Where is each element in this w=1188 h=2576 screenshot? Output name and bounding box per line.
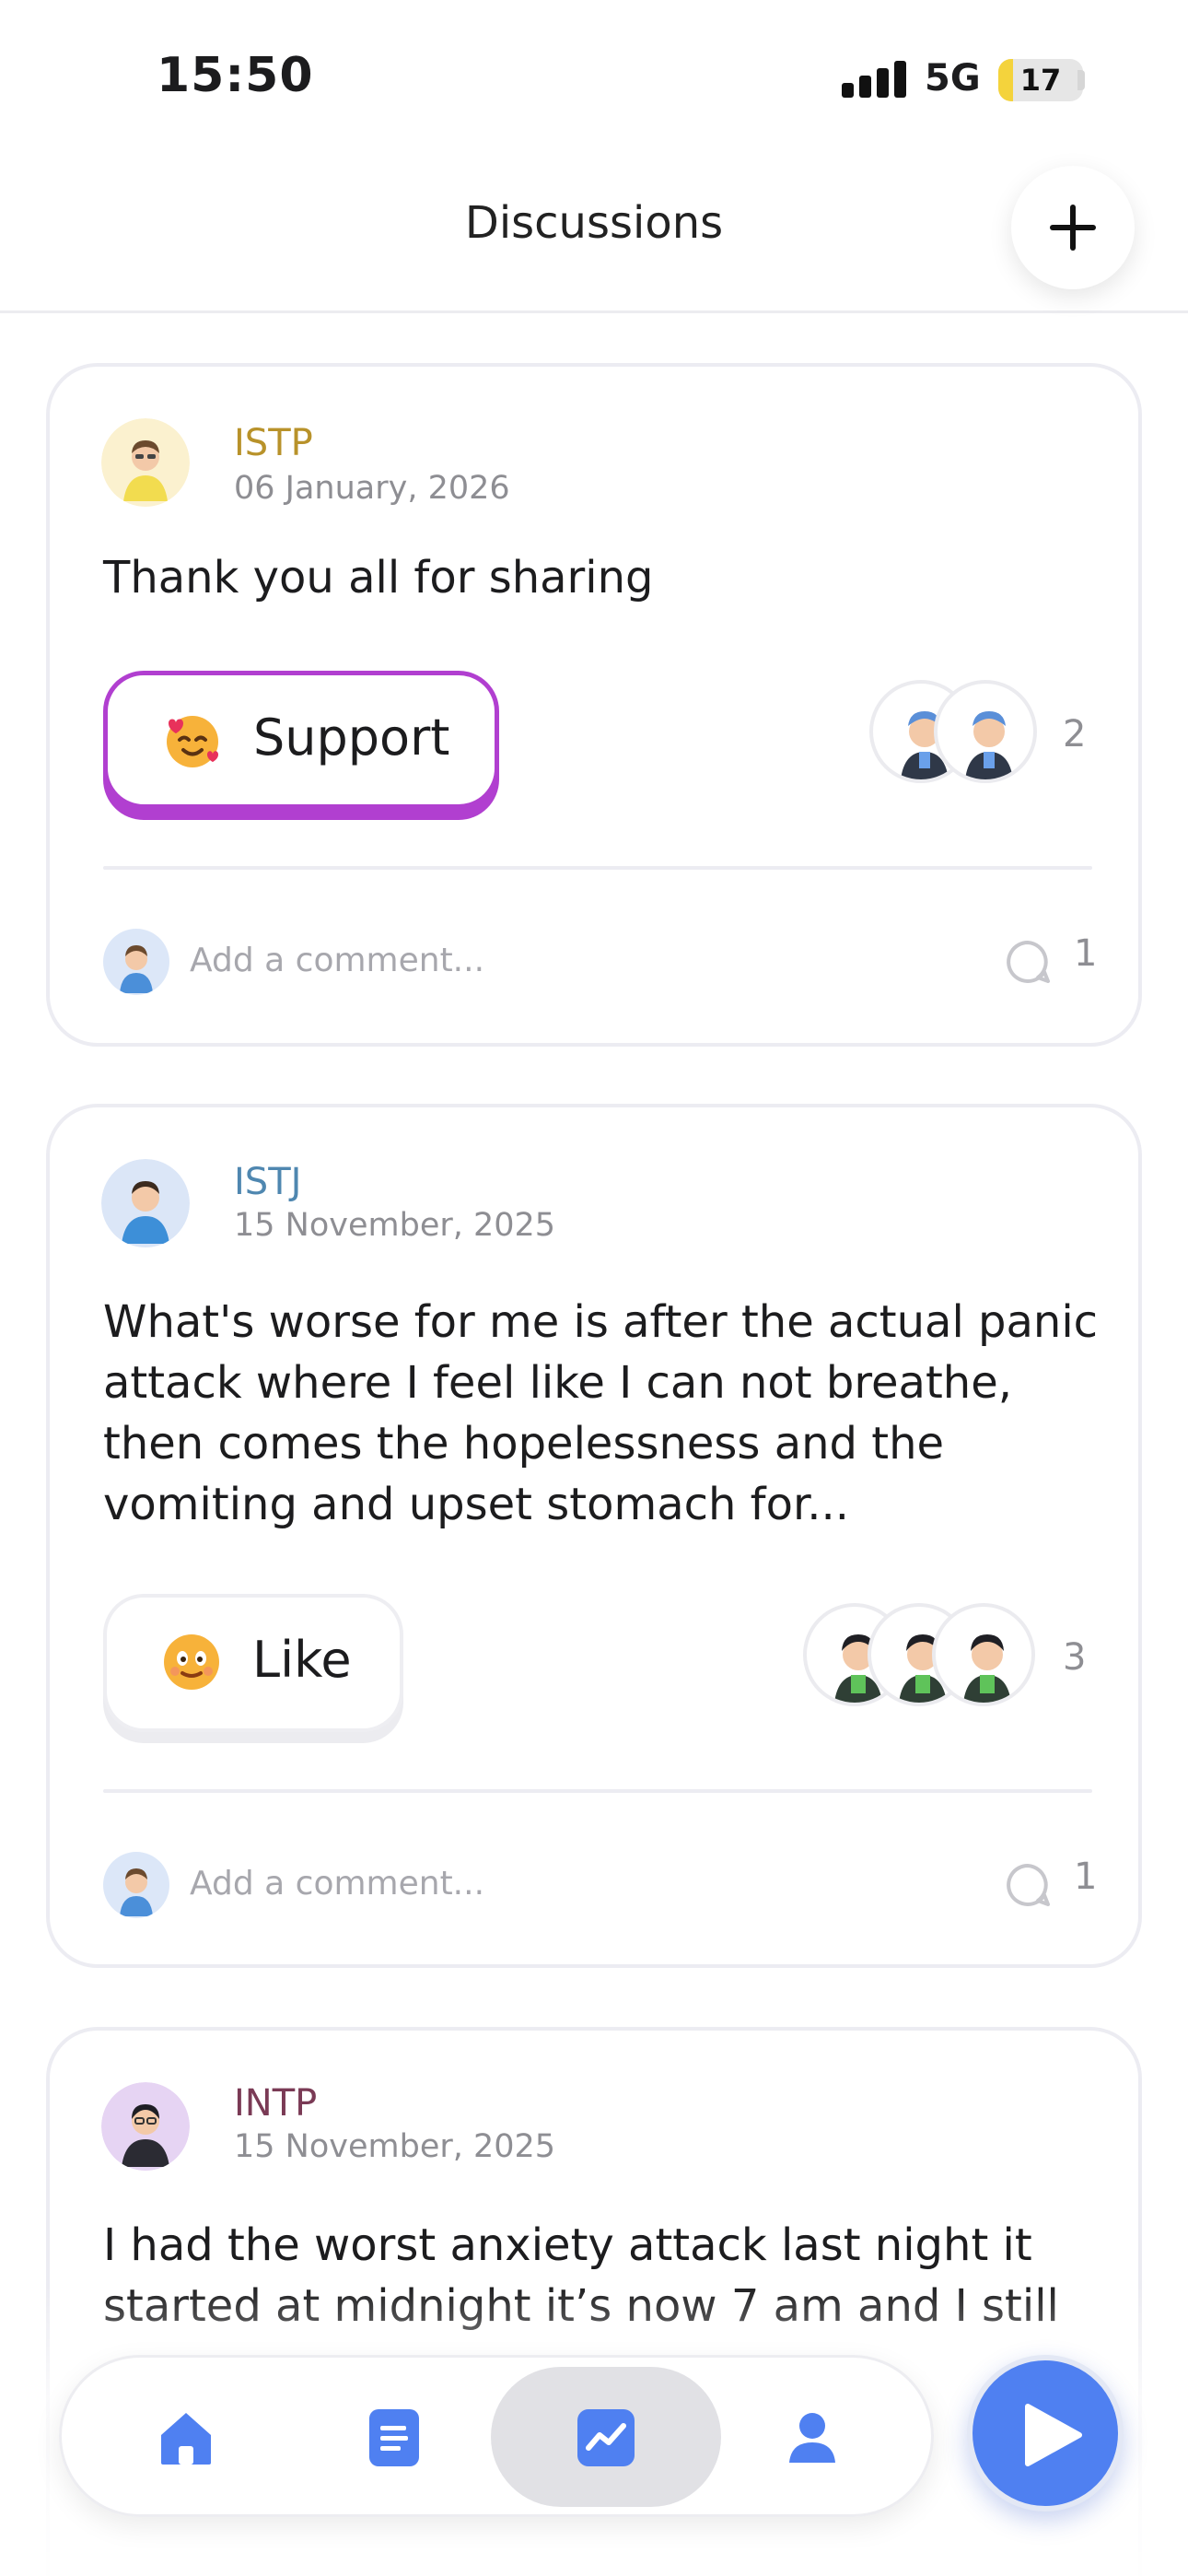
profile-icon[interactable] <box>780 2406 844 2470</box>
play-button[interactable] <box>967 2355 1124 2512</box>
reactor-avatar[interactable] <box>932 1603 1035 1706</box>
comment-count[interactable]: 1 <box>1074 932 1097 975</box>
divider <box>103 1789 1092 1793</box>
post-date: 15 November, 2025 <box>234 2128 556 2165</box>
divider <box>103 866 1092 870</box>
new-discussion-button[interactable] <box>1011 166 1135 289</box>
play-icon <box>1025 2404 1082 2466</box>
insights-icon[interactable] <box>574 2406 638 2470</box>
reaction-label: Like <box>252 1631 352 1689</box>
author-avatar[interactable] <box>101 2082 190 2171</box>
avatar-illustration <box>101 418 190 507</box>
status-bar: 15:50 5G 17 <box>0 0 1188 157</box>
post-card[interactable]: ISTJ 15 November, 2025 What's worse for … <box>46 1104 1142 1968</box>
comment-count[interactable]: 1 <box>1074 1856 1097 1898</box>
page-title: Discussions <box>464 197 724 249</box>
home-icon[interactable] <box>154 2406 218 2470</box>
post-date: 06 January, 2026 <box>234 470 510 507</box>
bottom-tab-bar <box>59 2355 934 2517</box>
reactor-avatar[interactable] <box>934 680 1037 783</box>
reaction-label: Support <box>253 708 450 767</box>
post-card[interactable]: ISTP 06 January, 2026 Thank you all for … <box>46 363 1142 1047</box>
current-user-avatar <box>103 1852 169 1918</box>
comment-input[interactable]: Add a comment... <box>190 942 484 979</box>
post-body[interactable]: What's worse for me is after the actual … <box>103 1292 1107 1535</box>
author-avatar[interactable] <box>101 418 190 507</box>
journal-icon[interactable] <box>362 2406 426 2470</box>
battery-icon: 17 <box>998 59 1083 101</box>
network-type: 5G <box>925 57 981 100</box>
comment-bubble-icon[interactable] <box>1004 1861 1052 1909</box>
author-personality-type[interactable]: INTP <box>234 2082 317 2125</box>
post-date: 15 November, 2025 <box>234 1207 556 1244</box>
like-reaction-button[interactable]: Like <box>103 1594 403 1732</box>
smiling-face-with-hearts-icon <box>167 716 218 767</box>
author-personality-type[interactable]: ISTJ <box>234 1161 301 1203</box>
comment-input[interactable]: Add a comment... <box>190 1865 484 1903</box>
comment-bubble-icon[interactable] <box>1004 938 1052 986</box>
grinning-face-icon <box>164 1634 219 1690</box>
top-bar: Discussions <box>0 157 1188 313</box>
author-avatar[interactable] <box>101 1159 190 1247</box>
post-body[interactable]: Thank you all for sharing <box>103 547 1107 608</box>
avatar-illustration <box>101 2082 190 2171</box>
reactors-count[interactable]: 2 <box>1063 713 1086 755</box>
discussions-screen: 15:50 5G 17 Discussions ISTP 06 January,… <box>0 0 1188 2576</box>
author-personality-type[interactable]: ISTP <box>234 422 313 464</box>
support-reaction-button[interactable]: Support <box>103 671 499 809</box>
status-time: 15:50 <box>157 48 314 103</box>
reactors-count[interactable]: 3 <box>1063 1636 1086 1679</box>
battery-level: 17 <box>1019 63 1062 98</box>
cellular-signal-icon <box>842 61 906 98</box>
current-user-avatar <box>103 929 169 995</box>
avatar-illustration <box>101 1159 190 1247</box>
